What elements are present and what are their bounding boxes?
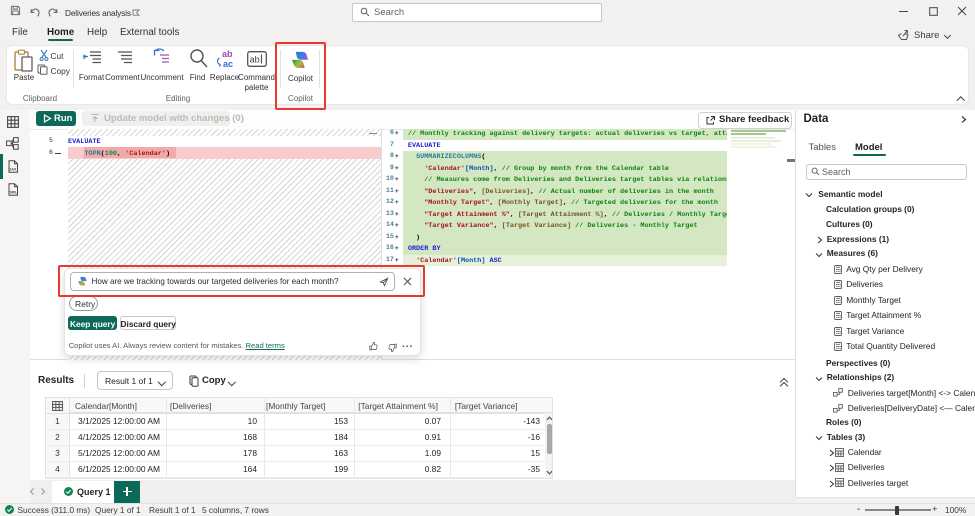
- svg-text:TMDL: TMDL: [8, 191, 17, 195]
- svg-text:ab: ab: [250, 55, 260, 65]
- svg-text:DAX: DAX: [8, 168, 16, 172]
- svg-text:ab: ab: [222, 49, 233, 59]
- svg-text:ac: ac: [223, 59, 233, 69]
